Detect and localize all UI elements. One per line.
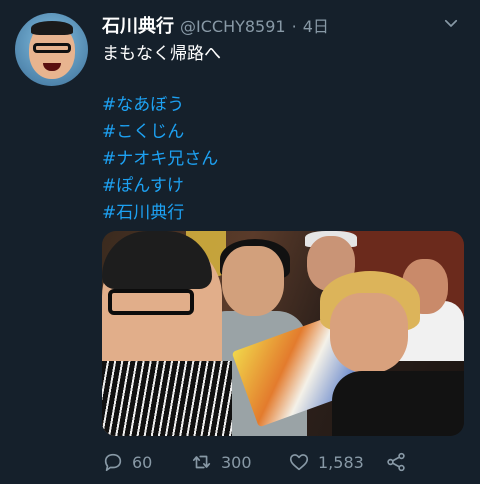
like-button[interactable]: 1,583 — [288, 451, 364, 473]
hashtag-link[interactable]: #こくじん — [102, 119, 218, 146]
author-handle[interactable]: @ICCHY8591 — [180, 17, 286, 36]
like-count: 1,583 — [318, 452, 364, 472]
hashtag-link[interactable]: #なあぼう — [102, 92, 218, 119]
hashtag-link[interactable]: #石川典行 — [102, 200, 218, 227]
tweet-photo[interactable] — [102, 231, 464, 436]
photo-person-glasses — [108, 289, 194, 315]
author-name[interactable]: 石川典行 — [102, 12, 174, 38]
tweet-timestamp[interactable]: 4日 — [303, 13, 329, 37]
retweet-icon — [192, 455, 211, 469]
reply-count: 60 — [132, 452, 153, 472]
reply-icon — [104, 453, 122, 472]
hashtag-link[interactable]: #ナオキ兄さん — [102, 146, 218, 173]
hashtag-link[interactable]: #ぽんすけ — [102, 173, 218, 200]
photo-person-face — [222, 246, 284, 316]
chevron-down-icon[interactable] — [442, 14, 460, 32]
reply-button[interactable]: 60 — [102, 451, 152, 473]
photo-person-shirt — [102, 361, 232, 436]
separator-dot: · — [291, 17, 297, 36]
tweet-text: まもなく帰路へ — [102, 44, 221, 64]
tweet-header: 石川典行 @ICCHY8591 · 4日 — [102, 12, 329, 38]
heart-icon — [289, 454, 309, 471]
retweet-button[interactable]: 300 — [191, 451, 252, 473]
tweet-actions: 60 300 1,583 — [102, 449, 412, 475]
avatar-glasses — [33, 43, 71, 53]
avatar[interactable] — [15, 13, 88, 86]
retweet-count: 300 — [221, 452, 252, 472]
photo-person-shirt — [332, 371, 464, 436]
share-button[interactable] — [385, 451, 407, 473]
hashtag-list: #なあぼう #こくじん #ナオキ兄さん #ぽんすけ #石川典行 — [102, 92, 218, 227]
avatar-hair — [31, 21, 73, 35]
share-icon — [387, 452, 405, 472]
photo-person-face — [330, 293, 408, 373]
